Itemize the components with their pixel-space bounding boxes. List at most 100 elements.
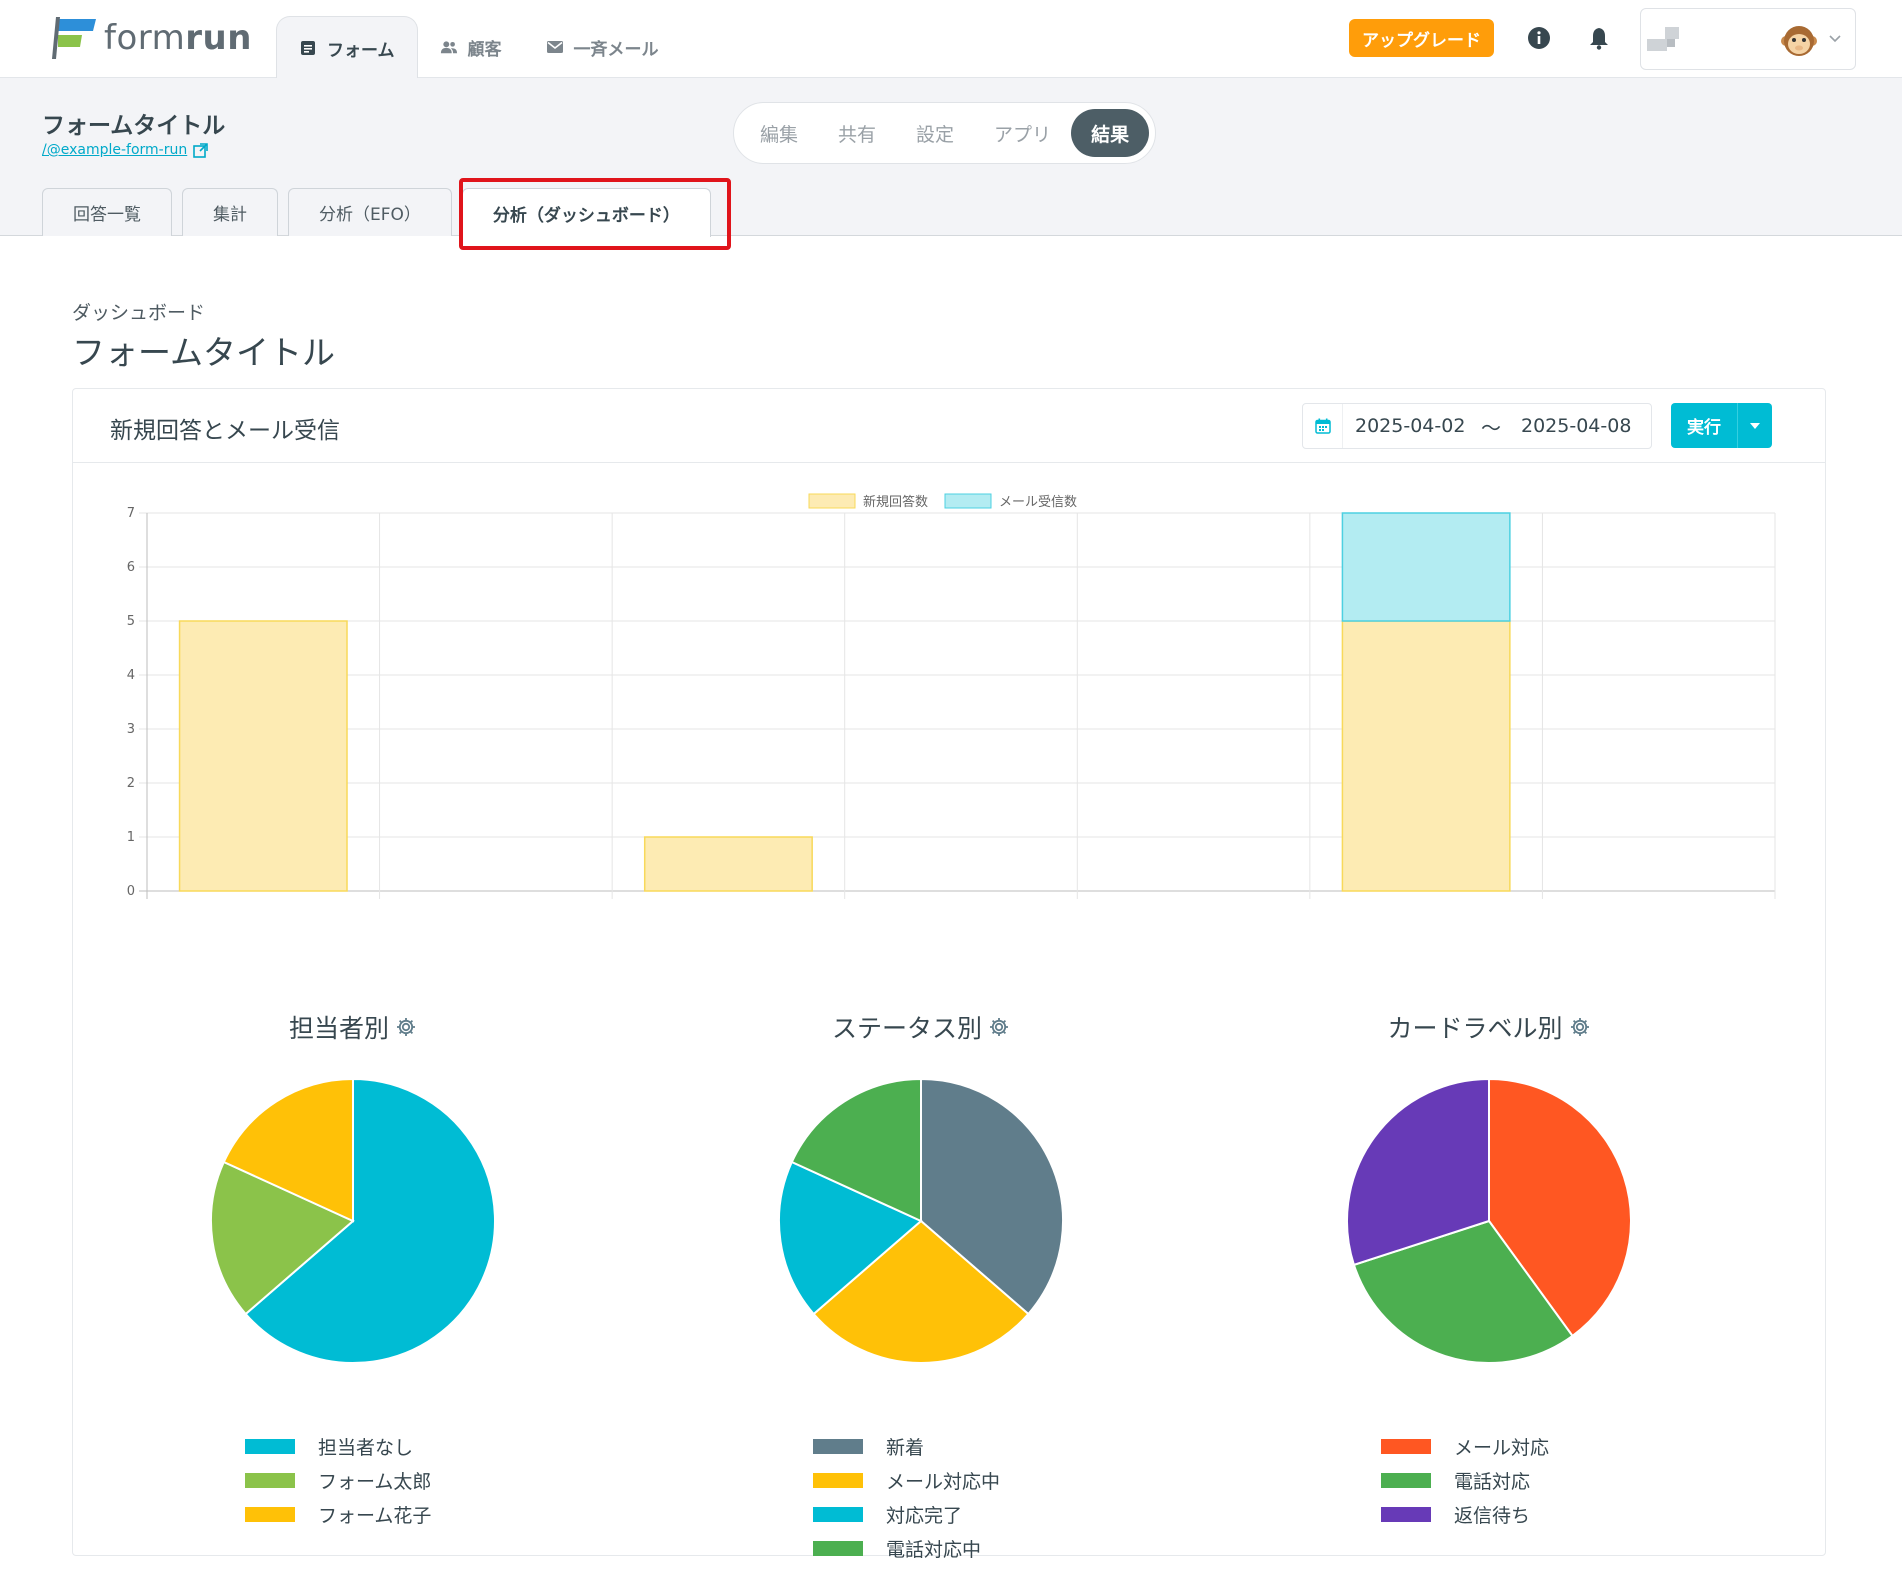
- legend-label: 担当者なし: [318, 1436, 414, 1459]
- legend-item[interactable]: メール対応: [1381, 1429, 1549, 1463]
- calendar-icon: [1314, 418, 1331, 434]
- tab-analysis-efo[interactable]: 分析（EFO）: [288, 188, 452, 236]
- legend-swatch: [1381, 1472, 1431, 1488]
- run-button[interactable]: 実行: [1671, 403, 1737, 448]
- legend-swatch: [1381, 1506, 1431, 1522]
- nav-tab-bulk-mail-label: 一斉メール: [573, 39, 659, 60]
- bar-legend-swatch: [808, 493, 856, 509]
- bar[interactable]: [1341, 620, 1511, 892]
- formrun-logo[interactable]: formrun: [52, 16, 252, 60]
- pie-status-chart: [778, 1079, 1064, 1364]
- notifications-button[interactable]: [1585, 24, 1613, 52]
- bar-legend-label: 新規回答数: [863, 494, 928, 510]
- nav-tab-forms[interactable]: フォーム: [276, 16, 418, 79]
- legend-label: メール対応: [1454, 1436, 1550, 1459]
- bar-legend-item[interactable]: メール受信数: [944, 493, 1077, 510]
- form-header: フォームタイトル /@example-form-run 編集 共有 設定 アプリ…: [0, 78, 1902, 237]
- bar[interactable]: [643, 836, 813, 892]
- pie-card-label-chart: [1346, 1079, 1632, 1364]
- bar[interactable]: [178, 620, 348, 892]
- bar-chart: 新規回答数メール受信数012345672025-04-022025-04-032…: [127, 493, 1776, 899]
- info-icon: [1528, 27, 1550, 49]
- tab-summary[interactable]: 集計: [182, 188, 278, 236]
- tab-analysis-dashboard[interactable]: 分析（ダッシュボード）: [461, 188, 711, 237]
- segment-edit[interactable]: 編集: [740, 109, 818, 157]
- nav-tab-customers-label: 顧客: [467, 39, 502, 60]
- legend-item[interactable]: 電話対応中: [813, 1531, 1000, 1565]
- form-title: フォームタイトル: [42, 113, 226, 139]
- date-separator: 〜: [1481, 415, 1501, 440]
- legend-swatch: [813, 1540, 863, 1556]
- legend-item[interactable]: メール対応中: [813, 1463, 1000, 1497]
- pie-assignee-title: 担当者別: [73, 1009, 633, 1045]
- legend-label: 電話対応: [1454, 1470, 1531, 1493]
- legend-item[interactable]: 返信待ち: [1381, 1497, 1549, 1531]
- bar[interactable]: [1341, 512, 1511, 622]
- tab-responses[interactable]: 回答一覧: [42, 188, 172, 236]
- date-from-input[interactable]: [1343, 415, 1473, 437]
- segment-apps[interactable]: アプリ: [974, 109, 1071, 157]
- segment-share[interactable]: 共有: [818, 109, 896, 157]
- legend-label: メール対応中: [886, 1470, 1001, 1493]
- legend-item[interactable]: フォーム太郎: [245, 1463, 431, 1497]
- card-header: 新規回答とメール受信 〜 実行: [73, 389, 1825, 463]
- legend-item[interactable]: フォーム花子: [245, 1497, 431, 1531]
- legend-label: フォーム太郎: [318, 1470, 432, 1493]
- logo-mark-icon: [52, 17, 96, 59]
- bar-legend-swatch: [944, 493, 992, 509]
- legend-item[interactable]: 担当者なし: [245, 1429, 431, 1463]
- external-link-icon: [193, 142, 209, 158]
- y-tick-label: 5: [127, 614, 135, 629]
- legend-swatch: [813, 1438, 863, 1454]
- legend-swatch: [1381, 1438, 1431, 1454]
- date-to-input[interactable]: [1509, 415, 1639, 437]
- pie-status-legend: 新着メール対応中対応完了 電話対応中: [813, 1429, 1000, 1565]
- pie-card-label-legend: メール対応電話対応返信待ち: [1381, 1429, 1549, 1531]
- pie-card-label-title: カードラベル別: [1209, 1009, 1769, 1045]
- main-nav: フォーム 顧客 一斉メール: [276, 16, 681, 79]
- legend-swatch: [245, 1438, 295, 1454]
- upgrade-button[interactable]: アップグレード: [1349, 19, 1494, 57]
- gear-icon[interactable]: [1569, 1016, 1591, 1038]
- dashboard-card: 新規回答とメール受信 〜 実行 新規回答数メール受信数012345672025-…: [72, 388, 1826, 1561]
- card-title: 新規回答とメール受信: [110, 418, 340, 444]
- bar-legend-label: メール受信数: [999, 495, 1077, 510]
- legend-item[interactable]: 対応完了: [813, 1497, 1000, 1531]
- legend-label: 新着: [886, 1436, 925, 1459]
- mail-icon: [546, 41, 563, 53]
- legend-label: 返信待ち: [1454, 1504, 1531, 1527]
- bell-icon: [1590, 28, 1608, 50]
- pie-status-title-text: ステータス別: [831, 1014, 982, 1043]
- logo-text: formrun: [104, 18, 252, 58]
- gear-icon[interactable]: [395, 1016, 417, 1038]
- top-navbar: formrun フォーム 顧客 一斉メール アップグレード: [0, 0, 1902, 79]
- pie-assignee-title-text: 担当者別: [288, 1014, 389, 1043]
- pie-card-label-title-text: カードラベル別: [1387, 1014, 1563, 1043]
- date-range-picker: 〜: [1302, 403, 1652, 449]
- form-mode-switch: 編集 共有 設定 アプリ 結果: [733, 102, 1157, 164]
- team-logo-icon: [1647, 27, 1679, 51]
- account-menu[interactable]: [1640, 8, 1856, 70]
- segment-results[interactable]: 結果: [1071, 109, 1150, 157]
- legend-swatch: [813, 1472, 863, 1488]
- pie-status-title: ステータス別: [641, 1009, 1201, 1045]
- y-tick-label: 0: [127, 884, 135, 899]
- info-button[interactable]: [1525, 24, 1553, 52]
- gear-icon[interactable]: [988, 1016, 1010, 1038]
- legend-item[interactable]: 新着: [813, 1429, 1000, 1463]
- nav-tab-customers[interactable]: 顧客: [418, 16, 524, 78]
- y-tick-label: 2: [127, 776, 135, 791]
- legend-item[interactable]: 電話対応: [1381, 1463, 1549, 1497]
- calendar-button[interactable]: [1303, 404, 1343, 448]
- y-tick-label: 1: [127, 830, 135, 845]
- run-dropdown-button[interactable]: [1737, 403, 1772, 448]
- bar-legend-item[interactable]: 新規回答数: [808, 493, 928, 510]
- form-public-link[interactable]: /@example-form-run: [42, 142, 209, 158]
- segment-settings[interactable]: 設定: [896, 109, 974, 157]
- chevron-down-icon: [1829, 35, 1841, 43]
- pie-assignee-legend: 担当者なしフォーム太郎 フォーム花子: [245, 1429, 431, 1531]
- legend-swatch: [245, 1506, 295, 1522]
- nav-tab-bulk-mail[interactable]: 一斉メール: [524, 16, 681, 78]
- legend-label: フォーム花子: [318, 1504, 432, 1527]
- form-icon: [301, 41, 315, 55]
